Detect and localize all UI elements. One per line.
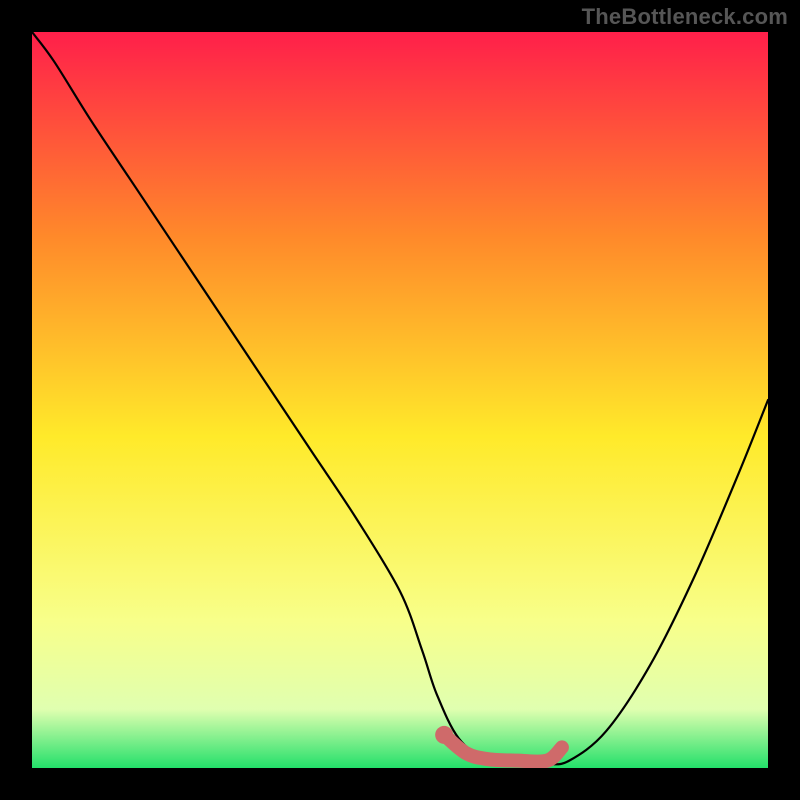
gradient-background — [32, 32, 768, 768]
chart-svg — [32, 32, 768, 768]
plot-area — [32, 32, 768, 768]
chart-frame: TheBottleneck.com — [0, 0, 800, 800]
optimal-point-marker — [435, 726, 453, 744]
watermark-text: TheBottleneck.com — [582, 4, 788, 30]
